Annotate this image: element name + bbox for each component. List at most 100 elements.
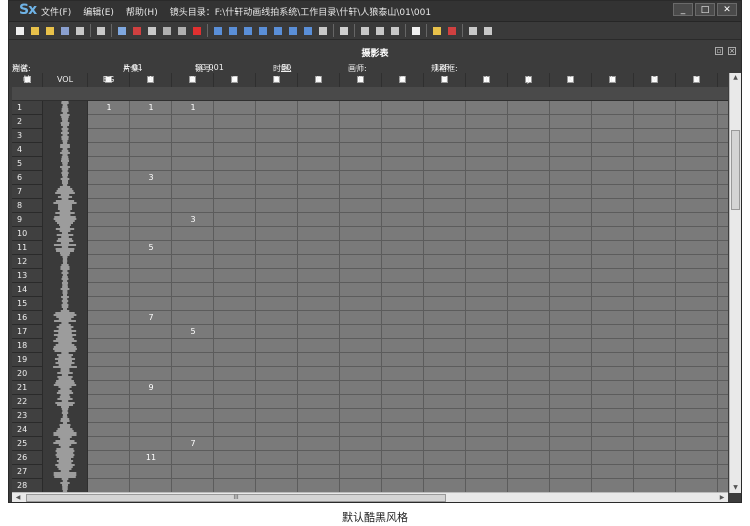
column-header-O[interactable]: O bbox=[718, 73, 728, 87]
frame-number[interactable]: 21 bbox=[12, 381, 43, 395]
maximize-button[interactable]: □ bbox=[695, 3, 715, 16]
vertical-scroll-thumb[interactable] bbox=[731, 130, 740, 210]
layer-icon[interactable] bbox=[373, 24, 387, 37]
minimize-button[interactable]: _ bbox=[673, 3, 693, 16]
settings-icon[interactable] bbox=[481, 24, 495, 37]
horizontal-scrollbar[interactable]: ◀ III ▶ bbox=[12, 492, 728, 502]
frame-spec-value[interactable]: 12F bbox=[434, 63, 449, 72]
frame-number[interactable]: 22 bbox=[12, 395, 43, 409]
layer2-icon[interactable] bbox=[388, 24, 402, 37]
episode-value[interactable]: #-01 bbox=[123, 63, 143, 72]
sheet-cell[interactable]: 3 bbox=[130, 171, 172, 185]
panel-close-button[interactable]: × bbox=[728, 47, 736, 55]
undo-icon[interactable] bbox=[160, 24, 174, 37]
sheet-cell[interactable]: 9 bbox=[130, 381, 172, 395]
close-button[interactable]: ✕ bbox=[717, 3, 737, 16]
pencil-icon[interactable] bbox=[430, 24, 444, 37]
column-header-E[interactable]: E bbox=[298, 73, 340, 87]
frame-number[interactable]: 27 bbox=[12, 465, 43, 479]
column-header-I[interactable]: I bbox=[466, 73, 508, 87]
frame-number[interactable]: 1 bbox=[12, 101, 43, 115]
column-header-N[interactable]: N bbox=[676, 73, 718, 87]
scroll-right-arrow[interactable]: ▶ bbox=[716, 493, 728, 502]
frame-number[interactable]: 5 bbox=[12, 157, 43, 171]
sheet-cell[interactable]: 7 bbox=[130, 311, 172, 325]
tool-1-icon[interactable] bbox=[211, 24, 225, 37]
frame-number[interactable]: 15 bbox=[12, 297, 43, 311]
sheet-cell[interactable]: 3 bbox=[172, 213, 214, 227]
column-header-C[interactable]: C bbox=[214, 73, 256, 87]
frame-number[interactable]: 7 bbox=[12, 185, 43, 199]
tool-6-icon[interactable] bbox=[286, 24, 300, 37]
sheet-cell[interactable]: 1 bbox=[130, 101, 172, 115]
frame-number[interactable]: 25 bbox=[12, 437, 43, 451]
tool-7-icon[interactable] bbox=[301, 24, 315, 37]
frame-number[interactable]: 28 bbox=[12, 479, 43, 493]
column-header-H[interactable]: H bbox=[424, 73, 466, 87]
column-header-D[interactable]: D bbox=[256, 73, 298, 87]
column-header-F[interactable]: F bbox=[340, 73, 382, 87]
sheet-cell[interactable]: 11 bbox=[130, 451, 172, 465]
sheet-cell[interactable]: 5 bbox=[130, 241, 172, 255]
column-header-A[interactable]: A bbox=[130, 73, 172, 87]
frame-number[interactable]: 11 bbox=[12, 241, 43, 255]
sheet-cell[interactable]: 1 bbox=[172, 101, 214, 115]
frame-number[interactable]: 20 bbox=[12, 367, 43, 381]
open-folder-icon[interactable] bbox=[43, 24, 57, 37]
column-header-J[interactable]: J bbox=[508, 73, 550, 87]
marker-icon[interactable] bbox=[445, 24, 459, 37]
frame-number[interactable]: 12 bbox=[12, 255, 43, 269]
menu-help[interactable]: 帮助(H) bbox=[126, 5, 158, 18]
frame-number[interactable]: 6 bbox=[12, 171, 43, 185]
shot-value[interactable]: SC-001 bbox=[195, 63, 224, 72]
column-header-帧[interactable]: 帧 bbox=[12, 73, 43, 87]
tool-4-icon[interactable] bbox=[256, 24, 270, 37]
play-icon[interactable] bbox=[409, 24, 423, 37]
frame-number[interactable]: 23 bbox=[12, 409, 43, 423]
menu-edit[interactable]: 编辑(E) bbox=[83, 5, 114, 18]
frame-number[interactable]: 8 bbox=[12, 199, 43, 213]
column-header-G[interactable]: G bbox=[382, 73, 424, 87]
import-icon[interactable] bbox=[94, 24, 108, 37]
frame-number[interactable]: 19 bbox=[12, 353, 43, 367]
horizontal-scroll-thumb[interactable]: III bbox=[26, 494, 446, 502]
frame-number[interactable]: 24 bbox=[12, 423, 43, 437]
vertical-scrollbar[interactable]: ▲ ▼ bbox=[729, 73, 741, 493]
sheet-cell[interactable]: 7 bbox=[172, 437, 214, 451]
frame-number[interactable]: 9 bbox=[12, 213, 43, 227]
redo-icon[interactable] bbox=[175, 24, 189, 37]
column-header-M[interactable]: M bbox=[634, 73, 676, 87]
frame-number[interactable]: 16 bbox=[12, 311, 43, 325]
frame-number[interactable]: 4 bbox=[12, 143, 43, 157]
paste-icon[interactable] bbox=[145, 24, 159, 37]
frame-icon[interactable] bbox=[358, 24, 372, 37]
exposure-sheet-grid[interactable]: 帧VOLBGABCDEFGHIJKLMNO1234567891011121314… bbox=[12, 73, 728, 493]
column-header-K[interactable]: K bbox=[550, 73, 592, 87]
column-header-BG[interactable]: BG bbox=[88, 73, 130, 87]
open-icon[interactable] bbox=[28, 24, 42, 37]
scroll-up-arrow[interactable]: ▲ bbox=[730, 73, 741, 83]
scroll-down-arrow[interactable]: ▼ bbox=[730, 483, 741, 493]
frame-number[interactable]: 3 bbox=[12, 129, 43, 143]
frame-number[interactable]: 26 bbox=[12, 451, 43, 465]
new-icon[interactable] bbox=[13, 24, 27, 37]
column-header-VOL[interactable]: VOL bbox=[43, 73, 88, 87]
frame-number[interactable]: 10 bbox=[12, 227, 43, 241]
tool-3-icon[interactable] bbox=[241, 24, 255, 37]
tool-8-icon[interactable] bbox=[316, 24, 330, 37]
menu-file[interactable]: 文件(F) bbox=[41, 5, 71, 18]
column-header-B[interactable]: B bbox=[172, 73, 214, 87]
tool-5-icon[interactable] bbox=[271, 24, 285, 37]
frame-number[interactable]: 13 bbox=[12, 269, 43, 283]
record-icon[interactable] bbox=[337, 24, 351, 37]
save-icon[interactable] bbox=[58, 24, 72, 37]
copy-icon[interactable] bbox=[115, 24, 129, 37]
frame-number[interactable]: 14 bbox=[12, 283, 43, 297]
frame-number[interactable]: 2 bbox=[12, 115, 43, 129]
link-icon[interactable] bbox=[466, 24, 480, 37]
tool-2-icon[interactable] bbox=[226, 24, 240, 37]
column-header-L[interactable]: L bbox=[592, 73, 634, 87]
panel-restore-button[interactable]: ▫ bbox=[715, 47, 723, 55]
cut-icon[interactable] bbox=[130, 24, 144, 37]
sheet-cell[interactable]: 1 bbox=[88, 101, 130, 115]
